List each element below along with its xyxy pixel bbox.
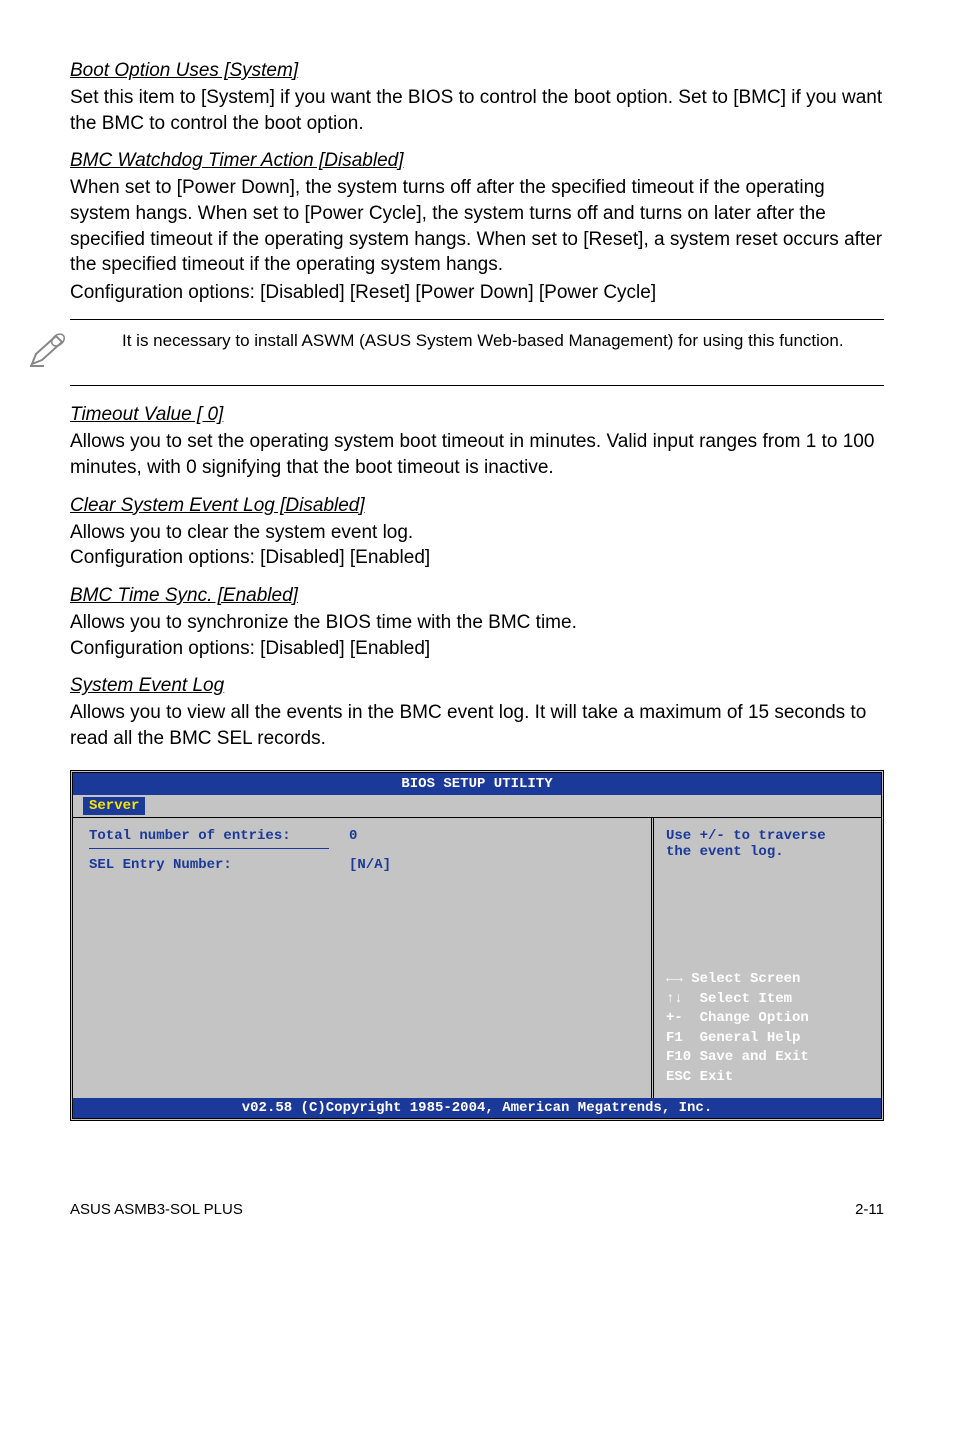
section-title-sys-event-log: System Event Log <box>70 675 884 697</box>
body-text-timeout: Allows you to set the operating system b… <box>70 429 884 480</box>
bios-tab-server: Server <box>83 797 145 815</box>
bios-divider <box>89 848 329 849</box>
page-footer: ASUS ASMB3-SOL PLUS 2-11 <box>70 1201 884 1218</box>
body-text-bmc-watchdog: When set to [Power Down], the system tur… <box>70 175 884 278</box>
bios-header: BIOS SETUP UTILITY <box>73 773 881 795</box>
body-text-bmc-watchdog-config: Configuration options: [Disabled] [Reset… <box>70 280 884 306</box>
bios-nav-change-option: +- Change Option <box>666 1009 869 1029</box>
section-title-bmc-watchdog: BMC Watchdog Timer Action [Disabled] <box>70 150 884 172</box>
bios-tab-row: Server <box>73 795 881 817</box>
bios-help-text: Use +/- to traverse the event log. <box>666 828 869 860</box>
page-footer-right: 2-11 <box>855 1201 884 1218</box>
note-text: It is necessary to install ASWM (ASUS Sy… <box>88 330 844 353</box>
body-text-bmc-time-1: Allows you to synchronize the BIOS time … <box>70 610 884 636</box>
bios-nav-esc-exit: ESC Exit <box>666 1068 869 1088</box>
bios-left-pane: Total number of entries: 0 SEL Entry Num… <box>73 818 651 1098</box>
bios-help-line2: the event log. <box>666 844 869 860</box>
page-footer-left: ASUS ASMB3-SOL PLUS <box>70 1201 243 1218</box>
body-text-bmc-time-2: Configuration options: [Disabled] [Enabl… <box>70 636 884 662</box>
body-text-boot-option: Set this item to [System] if you want th… <box>70 85 884 136</box>
body-text-clear-log-2: Configuration options: [Disabled] [Enabl… <box>70 545 884 571</box>
bios-body: Total number of entries: 0 SEL Entry Num… <box>73 817 881 1098</box>
pencil-note-icon <box>26 330 70 375</box>
body-text-clear-log-1: Allows you to clear the system event log… <box>70 520 884 546</box>
bios-nav-select-item: ↑↓ Select Item <box>666 990 869 1010</box>
bios-row-sel-entry: SEL Entry Number: [N/A] <box>89 857 635 873</box>
section-title-timeout: Timeout Value [ 0] <box>70 404 884 426</box>
bios-nav-keys: ←→ Select Screen ↑↓ Select Item +- Chang… <box>666 970 869 1088</box>
section-title-clear-log: Clear System Event Log [Disabled] <box>70 495 884 517</box>
bios-value-sel-entry: [N/A] <box>349 857 391 873</box>
bios-row-total-entries: Total number of entries: 0 <box>89 828 635 844</box>
bios-label-total-entries: Total number of entries: <box>89 828 349 844</box>
bios-help-line1: Use +/- to traverse <box>666 828 869 844</box>
bios-nav-select-screen: ←→ Select Screen <box>666 970 869 990</box>
bios-label-sel-entry: SEL Entry Number: <box>89 857 349 873</box>
bios-right-pane: Use +/- to traverse the event log. ←→ Se… <box>651 818 881 1098</box>
body-text-sys-event-log: Allows you to view all the events in the… <box>70 700 884 751</box>
bios-setup-screenshot: BIOS SETUP UTILITY Server Total number o… <box>70 770 884 1121</box>
section-title-bmc-time: BMC Time Sync. [Enabled] <box>70 585 884 607</box>
bios-nav-general-help: F1 General Help <box>666 1029 869 1049</box>
bios-nav-save-exit: F10 Save and Exit <box>666 1048 869 1068</box>
bios-footer: v02.58 (C)Copyright 1985-2004, American … <box>73 1098 881 1118</box>
section-title-boot-option: Boot Option Uses [System] <box>70 60 884 82</box>
bios-value-total-entries: 0 <box>349 828 357 844</box>
note-block: It is necessary to install ASWM (ASUS Sy… <box>70 319 884 386</box>
